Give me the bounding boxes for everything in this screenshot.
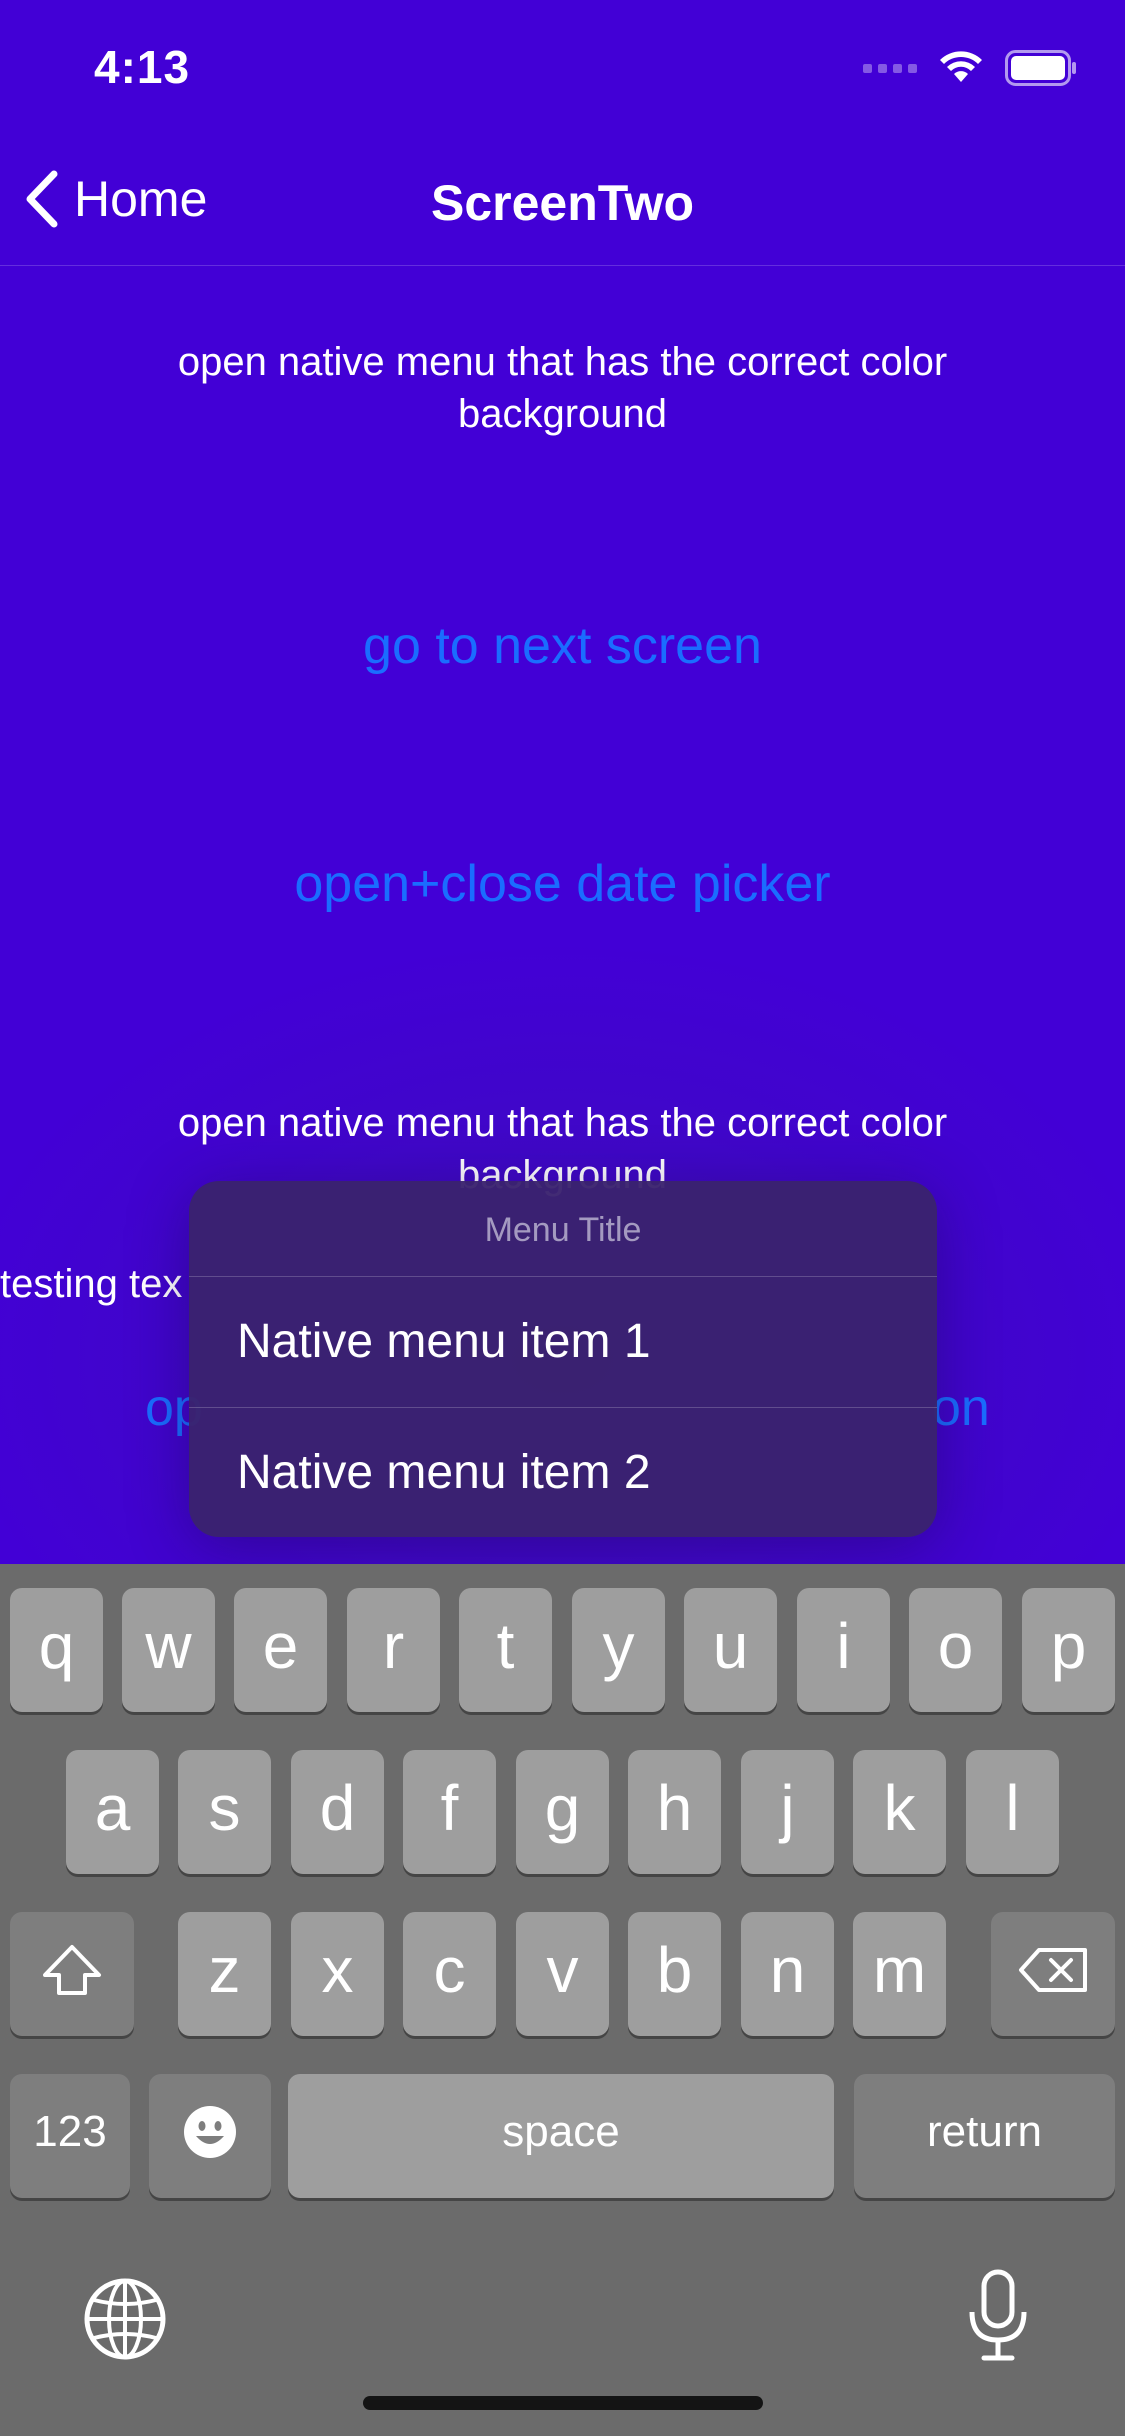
key-a[interactable]: a	[66, 1750, 159, 1874]
key-k[interactable]: k	[853, 1750, 946, 1874]
globe-icon[interactable]	[82, 2276, 168, 2367]
wifi-icon	[939, 51, 983, 85]
key-h[interactable]: h	[628, 1750, 721, 1874]
key-x[interactable]: x	[291, 1912, 384, 2036]
key-c[interactable]: c	[403, 1912, 496, 2036]
key-e[interactable]: e	[234, 1588, 327, 1712]
key-t[interactable]: t	[459, 1588, 552, 1712]
shift-key[interactable]	[10, 1912, 134, 2036]
microphone-icon[interactable]	[966, 2268, 1030, 2369]
next-screen-link[interactable]: go to next screen	[0, 616, 1125, 676]
key-u[interactable]: u	[684, 1588, 777, 1712]
delete-key[interactable]	[991, 1912, 1115, 2036]
key-g[interactable]: g	[516, 1750, 609, 1874]
menu-item-1[interactable]: Native menu item 1	[189, 1277, 937, 1407]
key-m[interactable]: m	[853, 1912, 946, 2036]
backspace-icon	[1019, 1948, 1087, 1992]
menu-description-text[interactable]: open native menu that has the correct co…	[100, 336, 1025, 440]
menu-title: Menu Title	[189, 1181, 937, 1277]
date-picker-link[interactable]: open+close date picker	[0, 854, 1125, 914]
testing-text-input[interactable]: testing tex	[0, 1262, 182, 1307]
status-time: 4:13	[94, 41, 191, 93]
cellular-signal-icon	[863, 63, 917, 73]
key-y[interactable]: y	[572, 1588, 665, 1712]
partial-link-right[interactable]: on	[932, 1378, 990, 1438]
return-key[interactable]: return	[854, 2074, 1115, 2198]
keyboard: q w e r t y u i o p a s d f g h j k l z …	[0, 1564, 1125, 2436]
key-j[interactable]: j	[741, 1750, 834, 1874]
key-w[interactable]: w	[122, 1588, 215, 1712]
space-key[interactable]: space	[288, 2074, 834, 2198]
numbers-key[interactable]: 123	[10, 2074, 130, 2198]
native-menu: Menu Title Native menu item 1 Native men…	[189, 1181, 937, 1537]
key-z[interactable]: z	[178, 1912, 271, 2036]
key-l[interactable]: l	[966, 1750, 1059, 1874]
status-icons	[863, 50, 1077, 86]
key-v[interactable]: v	[516, 1912, 609, 2036]
key-o[interactable]: o	[909, 1588, 1002, 1712]
key-f[interactable]: f	[403, 1750, 496, 1874]
navigation-bar: Home ScreenTwo	[0, 140, 1125, 266]
battery-icon	[1005, 50, 1077, 86]
home-indicator[interactable]	[363, 2396, 763, 2410]
key-n[interactable]: n	[741, 1912, 834, 2036]
key-r[interactable]: r	[347, 1588, 440, 1712]
key-p[interactable]: p	[1022, 1588, 1115, 1712]
key-q[interactable]: q	[10, 1588, 103, 1712]
shift-icon	[43, 1945, 101, 1995]
emoji-icon	[184, 2106, 236, 2158]
page-title: ScreenTwo	[430, 175, 695, 231]
key-d[interactable]: d	[291, 1750, 384, 1874]
key-i[interactable]: i	[797, 1588, 890, 1712]
menu-item-2[interactable]: Native menu item 2	[189, 1407, 937, 1537]
key-s[interactable]: s	[178, 1750, 271, 1874]
key-b[interactable]: b	[628, 1912, 721, 2036]
emoji-key[interactable]	[149, 2074, 271, 2198]
